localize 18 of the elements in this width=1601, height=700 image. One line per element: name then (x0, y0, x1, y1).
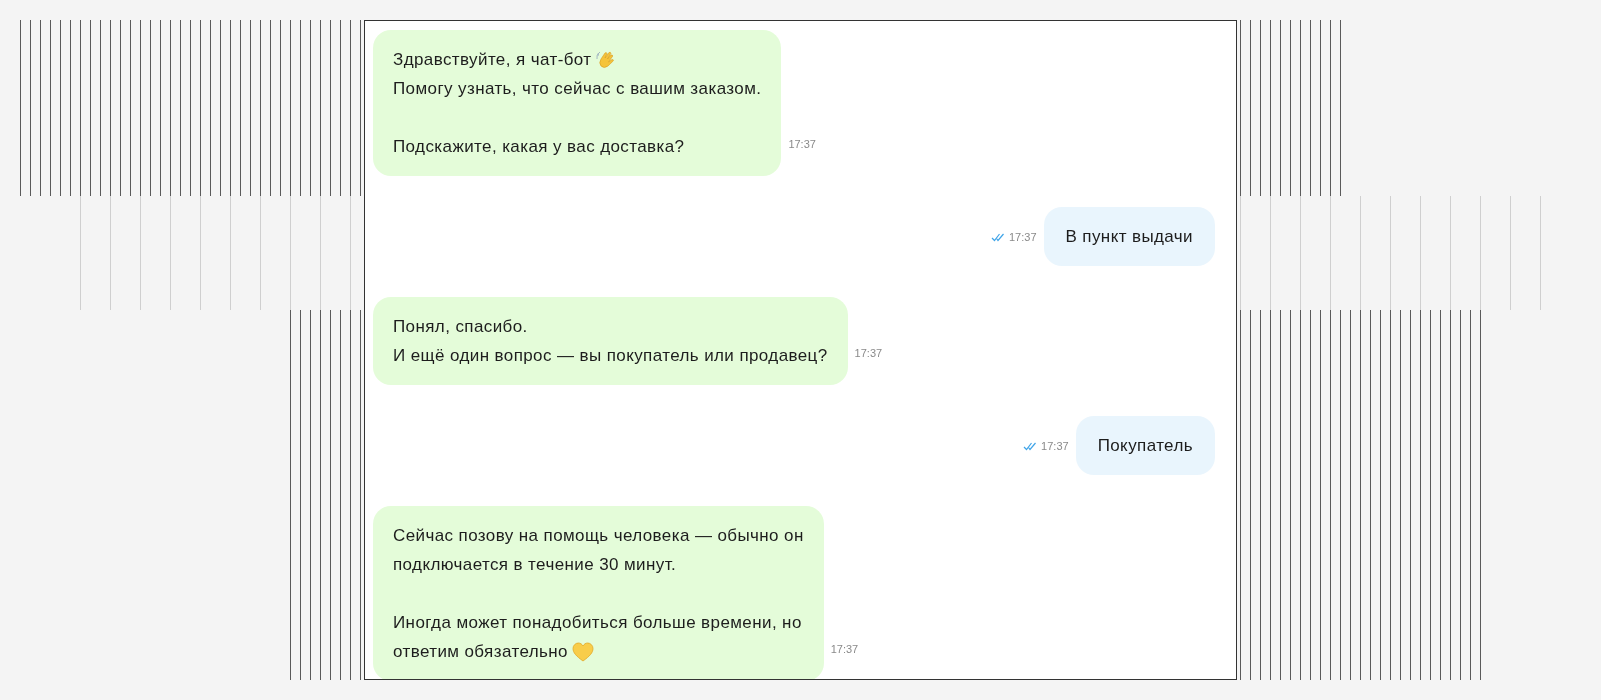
message-time: 17:37 (1041, 439, 1069, 452)
message-time: 17:37 (788, 138, 816, 150)
message-text: Помогу узнать, что сейчас с вашим заказом. (393, 78, 762, 100)
waving-hand-icon (595, 49, 616, 70)
message-time: 17:37 (854, 347, 883, 359)
message-text: Сейчас позову на помощь человека — обычно он (393, 525, 804, 547)
message-text: ответим обязательно (393, 641, 568, 663)
message-text: Здравствуйте, я чат-бот (393, 49, 592, 71)
message-time: 17:37 (1008, 230, 1037, 243)
message-text: Подскажите, какая у вас доставка? (393, 136, 685, 158)
message-text: Понял, спасибо. (393, 316, 528, 338)
message-text: И ещё один вопрос — вы покупатель или продавец? (393, 345, 828, 367)
message-text: В пункт выдачи (1065, 226, 1193, 248)
message-text: Покупатель (1097, 435, 1193, 457)
message-text: подключается в течение 30 минут. (393, 554, 677, 576)
message-time: 17:37 (830, 643, 859, 655)
heart-icon (571, 641, 594, 662)
message-text: Иногда может понадобиться больше времени, но (393, 612, 802, 634)
